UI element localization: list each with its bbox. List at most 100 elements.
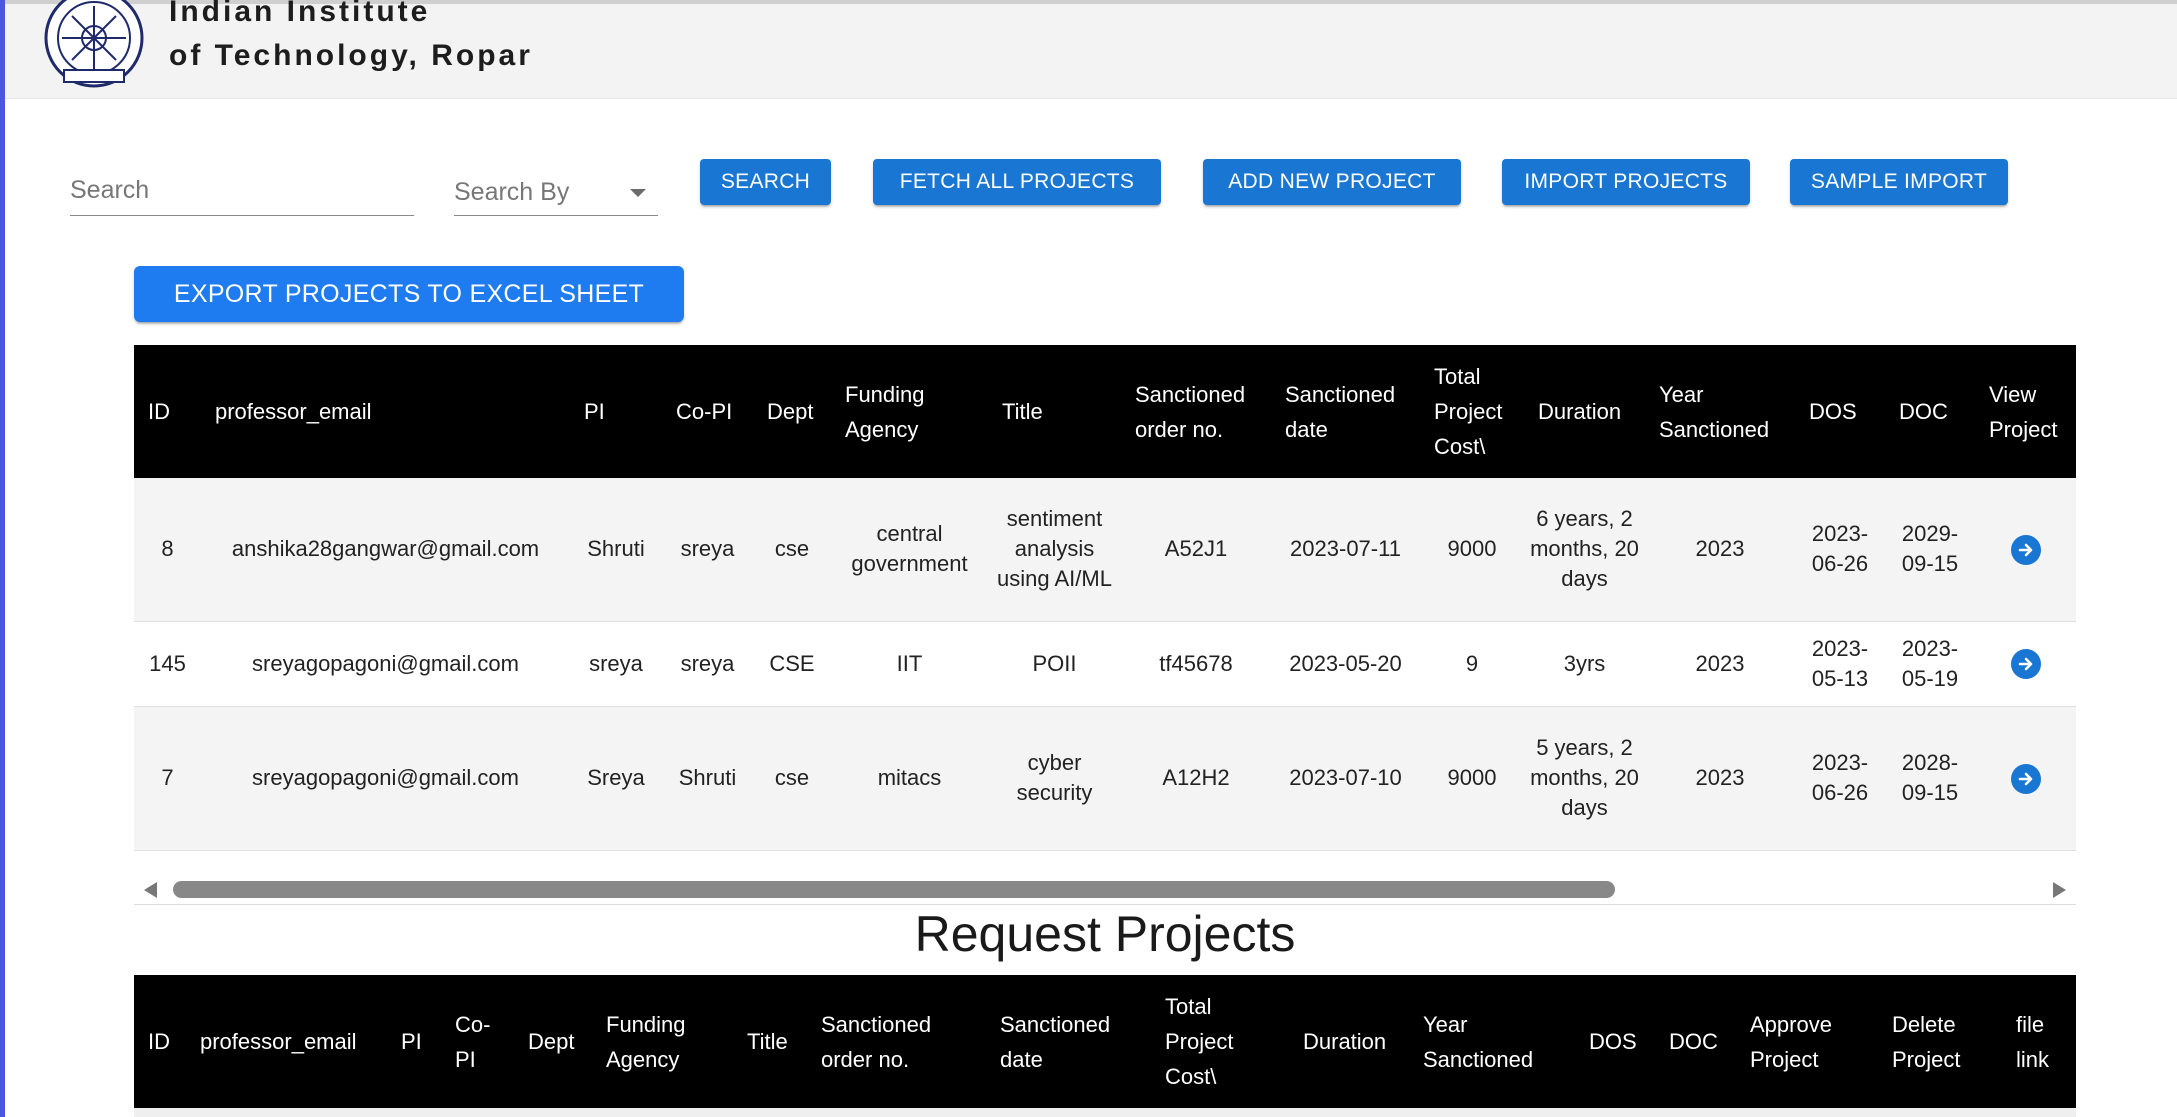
- col-header: Title: [988, 345, 1121, 478]
- req-col-header: Duration: [1289, 975, 1409, 1108]
- cell-cost: 9: [1420, 621, 1524, 707]
- req-col-header: Funding Agency: [592, 975, 733, 1108]
- request-projects-heading: Request Projects: [914, 906, 1296, 962]
- table-row: 7 sreyagopagoni@gmail.com Sreya Shruti c…: [134, 706, 2076, 851]
- request-projects-table: ID professor_email PI Co-PI Dept Funding…: [134, 975, 2076, 1108]
- cell-pi: Shruti: [570, 478, 662, 622]
- req-col-header: professor_email: [186, 975, 387, 1108]
- cell-professor-email: anshika28gangwar@gmail.com: [201, 478, 570, 622]
- search-button[interactable]: SEARCH: [700, 159, 831, 205]
- cell-view-project: [1975, 621, 2076, 707]
- search-by-label: Search By: [454, 178, 570, 206]
- cell-dos: 2023-06-26: [1795, 478, 1885, 622]
- request-table-container: ID professor_email PI Co-PI Dept Funding…: [134, 975, 2076, 1117]
- institute-name-line2: of Technology, Ropar: [169, 39, 533, 72]
- cell-duration: 3yrs: [1524, 621, 1645, 707]
- cell-funding-agency: central government: [831, 478, 988, 622]
- iit-ropar-seal-icon: [42, 0, 146, 90]
- cell-view-project: [1975, 706, 2076, 851]
- col-header: Duration: [1524, 345, 1645, 478]
- cell-order-no: A12H2: [1121, 706, 1271, 851]
- cell-id: 8: [134, 478, 201, 622]
- cell-professor-email: sreyagopagoni@gmail.com: [201, 706, 570, 851]
- req-col-header: Sanctioned order no.: [807, 975, 986, 1108]
- projects-table: ID professor_email PI Co-PI Dept Funding…: [134, 345, 2076, 851]
- cell-doc: 2029-09-15: [1885, 478, 1975, 622]
- site-header: Indian Institute of Technology, Ropar: [5, 0, 2177, 99]
- left-accent-bar: [0, 0, 5, 1117]
- cell-dept: CSE: [753, 621, 831, 707]
- cell-id: 7: [134, 706, 201, 851]
- scrollbar-thumb[interactable]: [173, 881, 1615, 898]
- cell-doc: 2023-05-19: [1885, 621, 1975, 707]
- search-field: [70, 170, 414, 216]
- institute-name-line1: Indian Institute: [169, 0, 431, 28]
- cell-order-no: tf45678: [1121, 621, 1271, 707]
- request-table-header-row: ID professor_email PI Co-PI Dept Funding…: [134, 975, 2076, 1108]
- import-projects-button[interactable]: IMPORT PROJECTS: [1502, 159, 1750, 205]
- cell-dept: cse: [753, 706, 831, 851]
- req-col-header: file link: [2002, 975, 2076, 1108]
- scroll-right-arrow-icon[interactable]: [2053, 882, 2066, 898]
- cell-professor-email: sreyagopagoni@gmail.com: [201, 621, 570, 707]
- cell-year: 2023: [1645, 478, 1795, 622]
- col-header: Co-PI: [662, 345, 753, 478]
- col-header: Dept: [753, 345, 831, 478]
- search-by-select[interactable]: Search By: [454, 170, 658, 216]
- view-project-arrow-icon[interactable]: [2010, 763, 2041, 794]
- institute-name: Indian Institute of Technology, Ropar: [169, 0, 533, 78]
- req-col-header: Year Sanctioned: [1409, 975, 1575, 1108]
- projects-table-container: ID professor_email PI Co-PI Dept Funding…: [134, 345, 2076, 851]
- req-col-header: Delete Project: [1878, 975, 2002, 1108]
- cell-cost: 9000: [1420, 478, 1524, 622]
- cell-title: sentiment analysis using AI/ML: [988, 478, 1121, 622]
- fetch-all-projects-button[interactable]: FETCH ALL PROJECTS: [873, 159, 1161, 205]
- cell-sanctioned-date: 2023-07-10: [1271, 706, 1420, 851]
- sample-import-button[interactable]: SAMPLE IMPORT: [1790, 159, 2008, 205]
- search-input[interactable]: [70, 170, 414, 210]
- cell-view-project: [1975, 478, 2076, 622]
- export-excel-button[interactable]: EXPORT PROJECTS TO EXCEL SHEET: [134, 266, 684, 322]
- cell-co-pi: Shruti: [662, 706, 753, 851]
- col-header: ID: [134, 345, 201, 478]
- req-col-header: Total Project Cost\: [1151, 975, 1289, 1108]
- cell-co-pi: sreya: [662, 478, 753, 622]
- col-header: Total Project Cost\: [1420, 345, 1524, 478]
- col-header: Sanctioned order no.: [1121, 345, 1271, 478]
- view-project-arrow-icon[interactable]: [2010, 534, 2041, 565]
- cell-id: 145: [134, 621, 201, 707]
- add-new-project-button[interactable]: ADD NEW PROJECT: [1203, 159, 1461, 205]
- col-header: PI: [570, 345, 662, 478]
- scroll-left-arrow-icon[interactable]: [144, 882, 157, 898]
- caret-down-icon: [630, 189, 646, 197]
- cell-co-pi: sreya: [662, 621, 753, 707]
- req-col-header: DOS: [1575, 975, 1655, 1108]
- col-header: Year Sanctioned: [1645, 345, 1795, 478]
- col-header: View Project: [1975, 345, 2076, 478]
- req-col-header: Approve Project: [1736, 975, 1878, 1108]
- cell-order-no: A52J1: [1121, 478, 1271, 622]
- cell-cost: 9000: [1420, 706, 1524, 851]
- cell-funding-agency: IIT: [831, 621, 988, 707]
- cell-pi: sreya: [570, 621, 662, 707]
- col-header: professor_email: [201, 345, 570, 478]
- cell-pi: Sreya: [570, 706, 662, 851]
- req-col-header: DOC: [1655, 975, 1736, 1108]
- req-col-header: ID: [134, 975, 186, 1108]
- cell-dos: 2023-06-26: [1795, 706, 1885, 851]
- col-header: Sanctioned date: [1271, 345, 1420, 478]
- cell-doc: 2028-09-15: [1885, 706, 1975, 851]
- view-project-arrow-icon[interactable]: [2010, 649, 2041, 680]
- cell-duration: 6 years, 2 months, 20 days: [1524, 478, 1645, 622]
- cell-funding-agency: mitacs: [831, 706, 988, 851]
- cell-title: cyber security: [988, 706, 1121, 851]
- cell-sanctioned-date: 2023-07-11: [1271, 478, 1420, 622]
- table-row: 145 sreyagopagoni@gmail.com sreya sreya …: [134, 621, 2076, 707]
- cell-year: 2023: [1645, 621, 1795, 707]
- table-header-row: ID professor_email PI Co-PI Dept Funding…: [134, 345, 2076, 478]
- col-header: Funding Agency: [831, 345, 988, 478]
- cell-duration: 5 years, 2 months, 20 days: [1524, 706, 1645, 851]
- req-col-header: Dept: [514, 975, 592, 1108]
- cell-dos: 2023-05-13: [1795, 621, 1885, 707]
- req-col-header: Co-PI: [441, 975, 514, 1108]
